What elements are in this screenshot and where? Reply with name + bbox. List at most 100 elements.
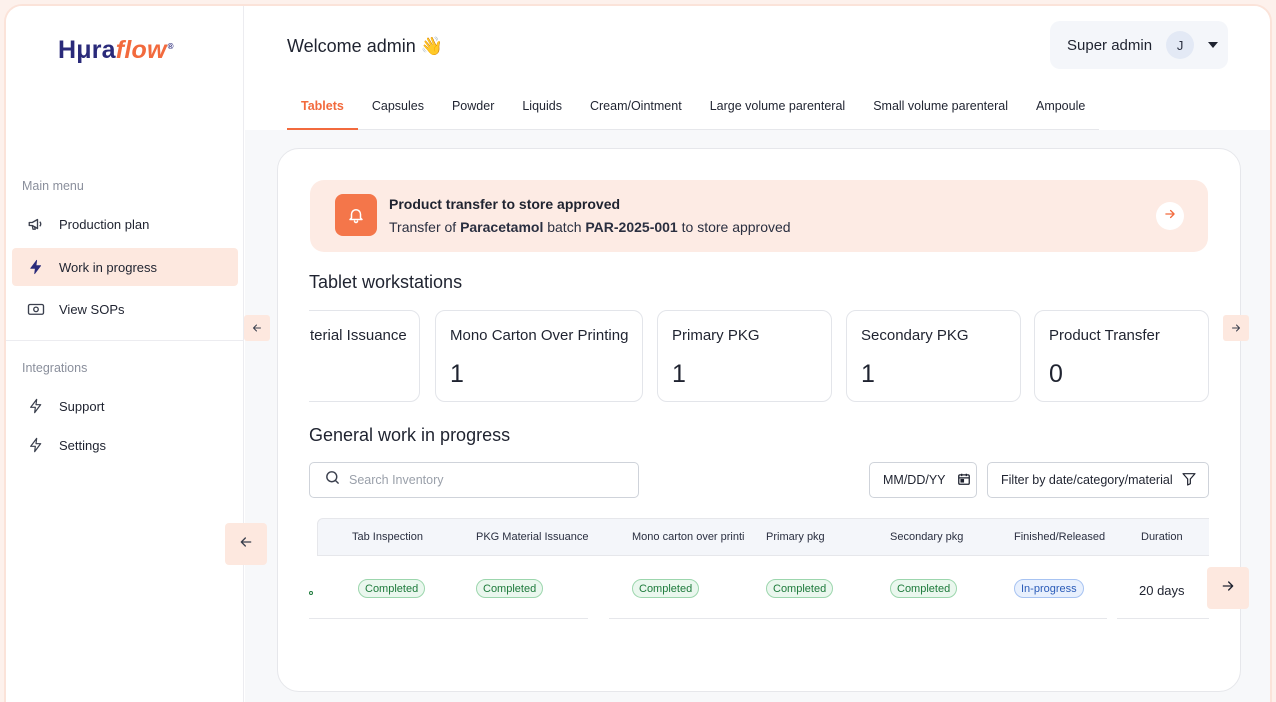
row-divider (1117, 618, 1209, 619)
sidebar-item-label: Support (59, 398, 105, 414)
status-badge: Completed (632, 579, 700, 598)
sidebar-item-view-sops[interactable]: View SOPs (12, 290, 238, 328)
open-notification-button[interactable] (1156, 202, 1184, 230)
workstation-label: Product Transfer (1049, 327, 1160, 344)
tab-cream-ointment[interactable]: Cream/Ointment (576, 92, 696, 130)
sidebar-divider (6, 340, 244, 341)
workstation-card[interactable]: Secondary PKG 1 (846, 310, 1021, 402)
logo-registered-mark: ® (167, 41, 174, 51)
notification-banner: Product transfer to store approved Trans… (310, 180, 1208, 252)
search-field[interactable] (309, 462, 639, 498)
tab-liquids[interactable]: Liquids (508, 92, 576, 130)
workstation-count: 1 (861, 360, 875, 388)
row-divider (309, 618, 588, 619)
money-icon (26, 299, 46, 319)
user-role: Super admin (1067, 36, 1153, 54)
welcome-title: Welcome admin 👋 (287, 36, 444, 56)
column-header: Primary pkg (766, 531, 825, 543)
megaphone-icon (26, 214, 46, 234)
sidebar-item-support[interactable]: Support (12, 387, 238, 425)
bell-icon (335, 194, 377, 236)
workstation-label: Secondary PKG (861, 327, 969, 344)
workstation-count: 0 (1049, 360, 1063, 388)
arrow-left-icon (238, 534, 254, 555)
date-picker[interactable]: MM/DD/YY (869, 462, 977, 498)
column-header: Secondary pkg (890, 531, 964, 543)
table-scroll-right-button[interactable] (1207, 567, 1249, 609)
column-header: Finished/Released (1014, 531, 1106, 543)
chevron-down-icon (1208, 42, 1219, 48)
workstations-title: Tablet workstations (309, 272, 463, 292)
tab-ampoule[interactable]: Ampoule (1022, 92, 1099, 130)
workstation-cards: terial Issuance Mono Carton Over Printin… (309, 310, 1209, 404)
brand-logo: Hμraflow® (58, 36, 174, 65)
status-badge: Completed (890, 579, 958, 598)
workstation-card[interactable]: terial Issuance (309, 310, 420, 402)
status-badge: Completed (766, 579, 834, 598)
collapse-sidebar-button[interactable] (225, 523, 267, 565)
bolt-icon (26, 435, 46, 455)
product-name: Paracetamol (460, 219, 544, 235)
arrow-right-icon (1232, 324, 1240, 332)
filter-label: Filter by date/category/material (1001, 473, 1173, 487)
app-window: Hμraflow® Main menu Production plan Work… (4, 4, 1272, 702)
tab-small-volume-parenteral[interactable]: Small volume parenteral (859, 92, 1022, 130)
column-header: Duration (1141, 531, 1183, 543)
status-badge: Completed (476, 579, 544, 598)
filter-icon (1181, 471, 1197, 490)
wip-table: Tab Inspection PKG Material Issuance Mon… (309, 518, 1209, 622)
arrow-right-icon (1163, 207, 1177, 226)
tab-tablets[interactable]: Tablets (287, 92, 358, 130)
notification-title: Product transfer to store approved (389, 196, 621, 212)
arrow-right-icon (1220, 578, 1236, 599)
search-icon (324, 469, 341, 491)
avatar: J (1166, 31, 1195, 59)
workstation-label: Primary PKG (672, 327, 760, 344)
content-card: Product transfer to store approved Trans… (244, 148, 1249, 692)
table-row[interactable]: Completed Completed Completed Completed … (309, 556, 1209, 619)
search-input[interactable] (349, 473, 619, 487)
calendar-icon (957, 472, 971, 489)
user-menu[interactable]: Super admin J (1050, 21, 1228, 69)
arrow-left-icon (253, 324, 261, 332)
sidebar-item-label: Settings (59, 437, 106, 453)
tab-large-volume-parenteral[interactable]: Large volume parenteral (696, 92, 860, 130)
date-placeholder: MM/DD/YY (883, 473, 946, 487)
batch-number: PAR-2025-001 (585, 219, 678, 235)
workstation-card[interactable]: Mono Carton Over Printing 1 (435, 310, 643, 402)
message-prefix: Transfer of (389, 219, 461, 235)
workstations-next-button[interactable] (1223, 315, 1249, 341)
top-bar: Welcome admin 👋 Super admin J Tablets Ca… (245, 6, 1270, 130)
sidebar-item-label: Production plan (59, 216, 150, 232)
bolt-icon (26, 257, 46, 277)
tab-capsules[interactable]: Capsules (358, 92, 438, 130)
sidebar-item-settings[interactable]: Settings (12, 426, 238, 464)
duration-value: 20 days (1139, 583, 1185, 598)
tab-powder[interactable]: Powder (438, 92, 508, 130)
column-header: Tab Inspection (352, 531, 423, 543)
bolt-icon (26, 396, 46, 416)
workstation-count: 1 (450, 360, 464, 388)
filter-button[interactable]: Filter by date/category/material (987, 462, 1209, 498)
main-menu-heading: Main menu (22, 179, 84, 193)
sidebar: Hμraflow® Main menu Production plan Work… (6, 6, 244, 702)
status-badge: In-progress (1014, 579, 1084, 598)
column-header: Mono carton over printing (632, 531, 745, 543)
logo-text-part1: Hμra (58, 36, 116, 64)
sidebar-item-label: View SOPs (59, 301, 125, 317)
logo-text-part2: flow (115, 36, 167, 64)
message-suffix: to store approved (677, 219, 791, 235)
workstation-count: 1 (672, 360, 686, 388)
status-fragment (309, 591, 313, 595)
sidebar-item-work-in-progress[interactable]: Work in progress (12, 248, 238, 286)
workstations-prev-button[interactable] (244, 315, 270, 341)
notification-message: Transfer of Paracetamol batch PAR-2025-0… (389, 219, 791, 235)
workstation-label: terial Issuance (310, 327, 407, 344)
sidebar-item-production-plan[interactable]: Production plan (12, 205, 238, 243)
general-wip-title: General work in progress (309, 425, 511, 445)
workstation-card[interactable]: Product Transfer 0 (1034, 310, 1209, 402)
main-content: Welcome admin 👋 Super admin J Tablets Ca… (244, 6, 1270, 702)
workstation-card[interactable]: Primary PKG 1 (657, 310, 832, 402)
dosage-form-tabs: Tablets Capsules Powder Liquids Cream/Oi… (287, 92, 1100, 130)
sidebar-item-label: Work in progress (59, 259, 158, 275)
